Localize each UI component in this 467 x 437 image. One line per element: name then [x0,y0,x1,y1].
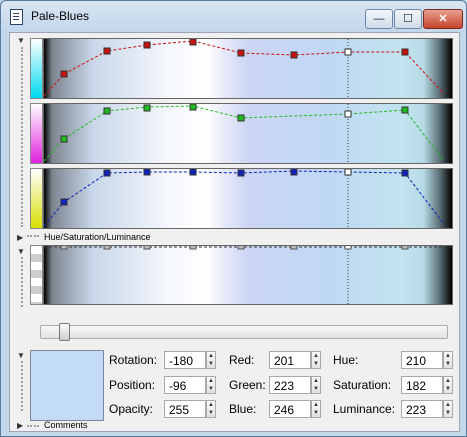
rotation-label: Rotation: [109,353,158,367]
hsl-section-label: Hue/Saturation/Luminance [44,232,151,242]
opacity-point[interactable] [401,246,409,250]
hue-label: Hue: [333,353,359,367]
red-point[interactable] [401,48,409,56]
saturation-label: Saturation: [333,378,392,392]
red-channel-strip [30,38,43,99]
section-grip [27,425,39,427]
section-grip [27,235,39,237]
blue-point[interactable] [60,198,68,206]
blue-point[interactable] [237,169,245,177]
green-curve[interactable] [44,104,452,163]
gradient-preview[interactable] [43,245,453,305]
luminance-spinner[interactable]: ▲ ▼ [443,400,453,418]
blue-curve[interactable] [44,169,452,228]
document-icon [10,9,23,25]
comments-label: Comments [44,420,88,430]
red-spinner[interactable]: ▲ ▼ [311,351,321,369]
color-swatch[interactable] [30,350,104,421]
selected-point[interactable] [344,246,352,250]
red-point[interactable] [143,41,151,49]
blue-point[interactable] [401,169,409,177]
opacity-strip [30,245,43,305]
saturation-input[interactable]: 182 [401,376,443,394]
green-point[interactable] [143,104,151,112]
green-point[interactable] [189,104,197,111]
expand-arrow-icon[interactable]: ▶ [17,233,23,242]
rotation-input[interactable]: -180 [164,351,206,369]
saturation-spinner[interactable]: ▲ ▼ [443,376,453,394]
hue-spinner[interactable]: ▲ ▼ [443,351,453,369]
green-spinner[interactable]: ▲ ▼ [311,376,321,394]
window-title: Pale-Blues [31,9,90,23]
opacity-label: Opacity: [109,402,154,416]
selected-point[interactable] [344,169,352,176]
collapse-arrow-icon[interactable]: ▼ [17,36,25,45]
position-spinner[interactable]: ▲ ▼ [206,376,216,394]
blue-point[interactable] [143,169,151,176]
title-bar[interactable]: Pale-Blues — ☐ ✕ [1,1,466,31]
blue-curve-panel[interactable] [43,168,453,229]
close-button[interactable]: ✕ [423,9,463,29]
gradient-position-slider[interactable] [40,323,448,341]
position-input[interactable]: -96 [164,376,206,394]
red-point[interactable] [189,39,197,46]
luminance-label: Luminance: [333,402,396,416]
opacity-point[interactable] [189,246,197,250]
opacity-point[interactable] [237,246,245,250]
red-point[interactable] [103,47,111,55]
comments-section-header[interactable]: ▶ Comments [10,420,459,431]
blue-channel-strip [30,168,43,229]
expand-arrow-icon[interactable]: ▶ [17,421,23,430]
green-channel-strip [30,103,43,164]
opacity-point[interactable] [143,246,151,250]
blue-input[interactable]: 246 [269,400,311,418]
opacity-point[interactable] [103,246,111,250]
opacity-point[interactable] [60,246,68,250]
position-label: Position: [109,378,156,392]
red-label: Red: [229,353,255,367]
green-label: Green: [229,378,266,392]
opacity-point[interactable] [290,246,298,250]
red-point[interactable] [237,49,245,57]
rotation-spinner[interactable]: ▲ ▼ [206,351,216,369]
selected-point[interactable] [344,110,352,118]
blue-point[interactable] [290,169,298,176]
panel-grip[interactable] [21,47,26,227]
blue-label: Blue: [229,402,257,416]
opacity-curve[interactable] [44,246,452,304]
hue-input[interactable]: 210 [401,351,443,369]
collapse-arrow-icon[interactable]: ▼ [17,247,25,256]
opacity-input[interactable]: 255 [164,400,206,418]
minimize-button[interactable]: — [365,9,393,29]
maximize-button[interactable]: ☐ [394,9,422,29]
red-point[interactable] [60,70,68,78]
red-point[interactable] [290,51,298,59]
green-point[interactable] [401,106,409,114]
green-point[interactable] [60,135,68,143]
hsl-section-header[interactable]: ▶ Hue/Saturation/Luminance [10,232,459,244]
green-input[interactable]: 223 [269,376,311,394]
window: Pale-Blues — ☐ ✕ ▼ ▶ Hue/Saturation/Lumi… [0,0,467,437]
panel-grip[interactable] [21,361,26,411]
green-curve-panel[interactable] [43,103,453,164]
green-point[interactable] [237,114,245,122]
green-point[interactable] [103,107,111,115]
gradient-editor: ▼ ▶ Hue/Saturation/Luminance ▼ ▼ Rotatio… [9,32,460,432]
blue-point[interactable] [189,169,197,176]
luminance-input[interactable]: 223 [401,400,443,418]
collapse-arrow-icon[interactable]: ▼ [17,351,25,360]
selected-point[interactable] [344,48,352,56]
blue-spinner[interactable]: ▲ ▼ [311,400,321,418]
red-curve[interactable] [44,39,452,98]
panel-grip[interactable] [21,257,26,307]
opacity-spinner[interactable]: ▲ ▼ [206,400,216,418]
blue-point[interactable] [103,169,111,177]
slider-thumb[interactable] [59,323,70,341]
red-input[interactable]: 201 [269,351,311,369]
red-curve-panel[interactable] [43,38,453,99]
